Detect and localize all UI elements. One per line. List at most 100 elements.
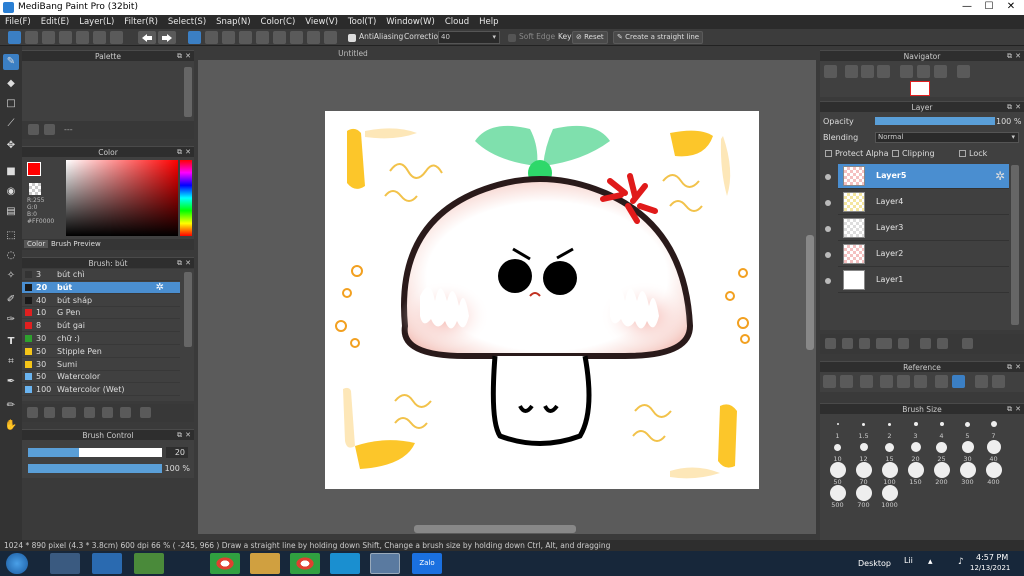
- menu-edit[interactable]: Edit(E): [36, 15, 74, 29]
- reference-hand-icon[interactable]: [952, 375, 965, 388]
- circle-icon[interactable]: [307, 31, 320, 44]
- close-button[interactable]: ✕: [1000, 0, 1022, 15]
- brush-list-item[interactable]: 50 Watercolor: [22, 371, 180, 384]
- brush-size-slider[interactable]: [28, 448, 162, 457]
- desktop-label[interactable]: Desktop: [858, 559, 891, 568]
- menu-window[interactable]: Window(W): [381, 15, 440, 29]
- duplicate-layer-icon[interactable]: [920, 338, 931, 349]
- new-layer-icon[interactable]: [825, 338, 836, 349]
- reference-copy-icon[interactable]: [860, 375, 873, 388]
- layer-row[interactable]: Layer5 ✲: [838, 164, 1009, 189]
- close-icon[interactable]: ✕: [185, 258, 191, 269]
- brush-list-item[interactable]: 30 chữ :): [22, 333, 180, 345]
- move-tool-icon[interactable]: ✥: [3, 138, 19, 154]
- menu-help[interactable]: Help: [474, 15, 503, 29]
- delete-layer-icon[interactable]: [962, 338, 973, 349]
- new-8bit-layer-icon[interactable]: [859, 338, 870, 349]
- rotate-right-icon[interactable]: [934, 65, 947, 78]
- chrome-icon[interactable]: [290, 553, 320, 574]
- rectangle-tool-icon[interactable]: □: [3, 96, 19, 112]
- media-player-icon[interactable]: [50, 553, 80, 574]
- brush-size-preset[interactable]: 300: [955, 462, 980, 487]
- eraser-tool-icon[interactable]: ◆: [3, 76, 19, 92]
- select-tool-icon[interactable]: ⬚: [3, 228, 19, 244]
- horizontal-scrollbar[interactable]: [414, 525, 576, 533]
- brush-size-preset[interactable]: 10: [825, 439, 850, 464]
- hand-tool-icon[interactable]: ✋: [3, 418, 19, 434]
- brush-folder-icon[interactable]: [102, 407, 113, 418]
- layer-row[interactable]: Layer3: [838, 216, 1009, 241]
- actual-size-icon[interactable]: [861, 65, 874, 78]
- brush-size-preset[interactable]: 400: [981, 462, 1006, 487]
- brush-size-preset[interactable]: 30: [955, 439, 980, 464]
- clock-date[interactable]: 12/13/2021: [970, 564, 1010, 572]
- tab-brush-preview[interactable]: Brush Preview: [48, 240, 104, 248]
- reference-rotate-left-icon[interactable]: [975, 375, 988, 388]
- brush-size-preset[interactable]: 500: [825, 485, 850, 510]
- brush-size-preset[interactable]: 5: [955, 416, 980, 441]
- brush-size-preset[interactable]: 200: [929, 462, 954, 487]
- start-button[interactable]: [6, 553, 28, 574]
- reset-button[interactable]: ⊘ Reset: [572, 31, 608, 44]
- hatch-icon[interactable]: [205, 31, 218, 44]
- soft-edge-checkbox[interactable]: [508, 34, 516, 42]
- antialiasing-checkbox[interactable]: [348, 34, 356, 42]
- text-tool-icon[interactable]: T: [3, 334, 19, 350]
- concentric-icon[interactable]: [273, 31, 286, 44]
- clipping-checkbox[interactable]: [892, 150, 899, 157]
- brush-opacity-slider[interactable]: [28, 464, 162, 473]
- visibility-icon[interactable]: [825, 174, 831, 180]
- brush-size-preset[interactable]: 150: [903, 462, 928, 487]
- brush-size-preset[interactable]: 700: [851, 485, 876, 510]
- copy-brush-icon[interactable]: [120, 407, 131, 418]
- brush-size-preset[interactable]: 15: [877, 439, 902, 464]
- reference-fit-icon[interactable]: [897, 375, 910, 388]
- skype-icon[interactable]: [330, 553, 360, 574]
- select-pen-tool-icon[interactable]: ✐: [3, 292, 19, 308]
- float-icon[interactable]: ⧉: [177, 258, 182, 269]
- correction-select[interactable]: 40 ▾: [438, 31, 500, 44]
- layer-row[interactable]: Layer4: [838, 190, 1009, 215]
- open-file-icon[interactable]: [42, 31, 55, 44]
- curve-icon[interactable]: [290, 31, 303, 44]
- brush-size-preset[interactable]: 70: [851, 462, 876, 487]
- divide-tool-icon[interactable]: ⌗: [3, 354, 19, 370]
- menu-color[interactable]: Color(C): [256, 15, 301, 29]
- brush-list-item[interactable]: 30 Sumi: [22, 359, 180, 371]
- menu-file[interactable]: File(F): [0, 15, 36, 29]
- flip-icon[interactable]: [957, 65, 970, 78]
- layer-folder-icon[interactable]: [898, 338, 909, 349]
- brush-list-item[interactable]: 20 bút ✲: [22, 281, 180, 294]
- protect-alpha-checkbox[interactable]: [825, 150, 832, 157]
- visibility-icon[interactable]: [825, 200, 831, 206]
- brush-list-item[interactable]: 3 bút chì: [22, 269, 180, 281]
- brush-size-preset[interactable]: 2: [877, 416, 902, 441]
- maximize-button[interactable]: ☐: [978, 0, 1000, 15]
- brush-size-preset[interactable]: 7: [981, 416, 1006, 441]
- document-tab[interactable]: Untitled: [198, 47, 508, 60]
- minimize-button[interactable]: —: [956, 0, 978, 15]
- brush-list-item[interactable]: 8 bút gai: [22, 320, 180, 333]
- pen-tool-icon[interactable]: ✏: [3, 398, 19, 414]
- brush-size-preset[interactable]: 12: [851, 439, 876, 464]
- gear-icon[interactable]: ✲: [995, 169, 1005, 183]
- drawing-canvas[interactable]: [325, 111, 759, 489]
- new-halftone-layer-icon[interactable]: [842, 338, 853, 349]
- perspective-icon[interactable]: [239, 31, 252, 44]
- brush-size-preset[interactable]: 100: [877, 462, 902, 487]
- menu-view[interactable]: View(V): [300, 15, 343, 29]
- hue-slider[interactable]: [180, 160, 192, 236]
- zoom-in-icon[interactable]: [845, 65, 858, 78]
- menu-snap[interactable]: Snap(N): [211, 15, 255, 29]
- visibility-icon[interactable]: [825, 278, 831, 284]
- menu-filter[interactable]: Filter(R): [119, 15, 163, 29]
- clock-time[interactable]: 4:57 PM: [976, 553, 1008, 562]
- layer-list-scrollbar[interactable]: [1011, 165, 1019, 325]
- eyedropper-tool-icon[interactable]: ✒: [3, 374, 19, 390]
- menu-layer[interactable]: Layer(L): [74, 15, 119, 29]
- add-layer-icon[interactable]: [876, 338, 892, 349]
- brush-size-preset[interactable]: 3: [903, 416, 928, 441]
- chrome-icon[interactable]: [210, 553, 240, 574]
- language-indicator[interactable]: Lii: [904, 556, 913, 565]
- tab-color[interactable]: Color: [24, 240, 49, 248]
